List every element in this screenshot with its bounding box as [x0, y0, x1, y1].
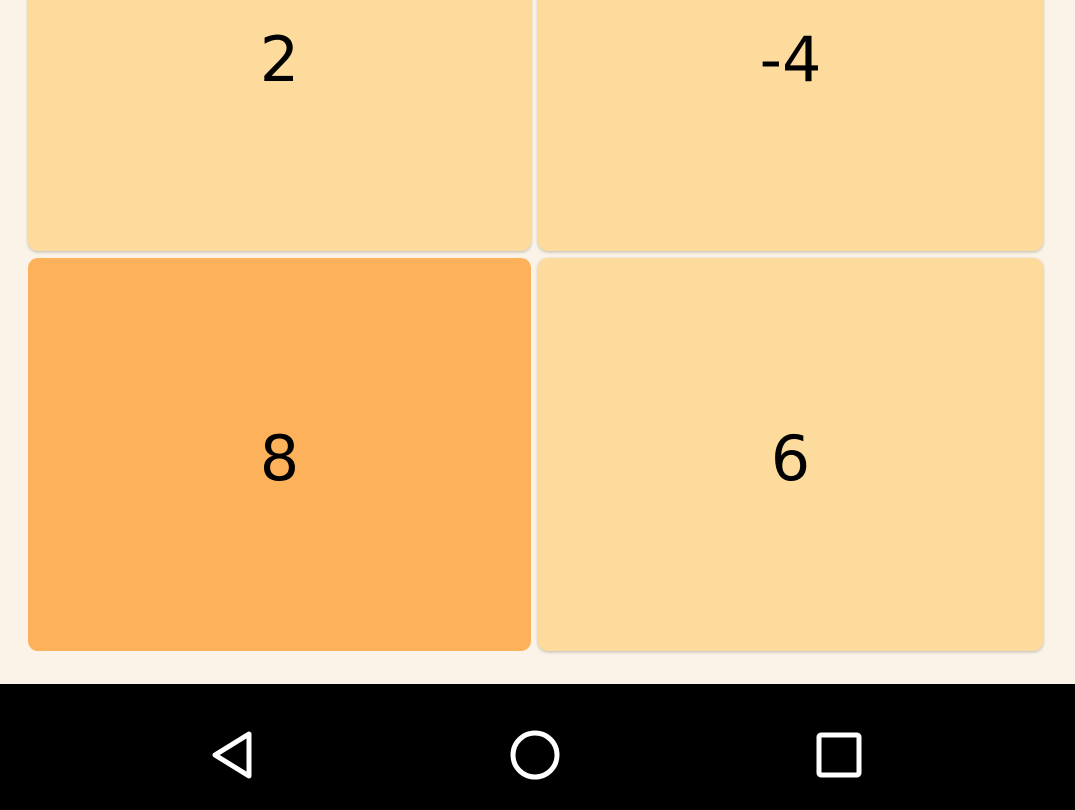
number-tile[interactable]: 6 [538, 258, 1043, 651]
recent-apps-square-icon [816, 732, 862, 778]
back-button[interactable] [188, 710, 278, 800]
tile-value: 2 [259, 23, 300, 96]
tile-value: 8 [259, 422, 300, 495]
number-tile-selected[interactable]: 8 [28, 258, 531, 651]
home-button[interactable] [490, 710, 580, 800]
home-circle-icon [510, 730, 560, 780]
recent-apps-button[interactable] [794, 710, 884, 800]
tile-value: 6 [770, 422, 811, 495]
number-tile[interactable]: 2 [28, 0, 531, 251]
game-board: 2 -4 8 6 [0, 0, 1075, 684]
number-tile[interactable]: -4 [538, 0, 1043, 251]
back-triangle-icon [212, 731, 252, 779]
tile-value: -4 [759, 23, 822, 96]
system-navigation-bar [0, 684, 1075, 810]
